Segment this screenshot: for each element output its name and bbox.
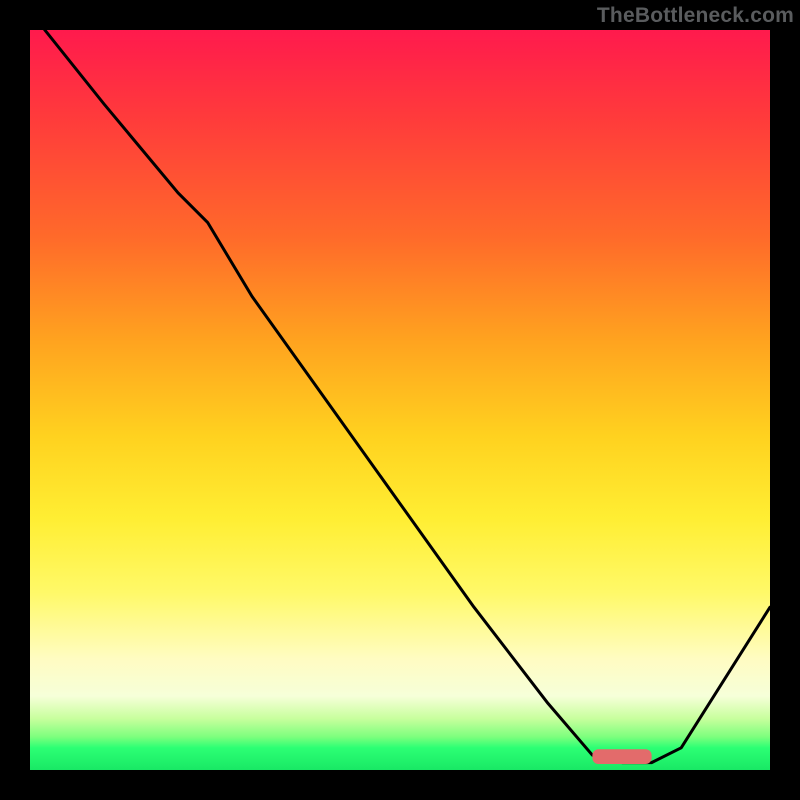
optimal-marker-bar [592, 749, 651, 764]
watermark-text: TheBottleneck.com [597, 4, 794, 28]
chart-frame [30, 30, 770, 770]
bottleneck-curve-path [45, 30, 770, 763]
chart-svg [30, 30, 770, 770]
